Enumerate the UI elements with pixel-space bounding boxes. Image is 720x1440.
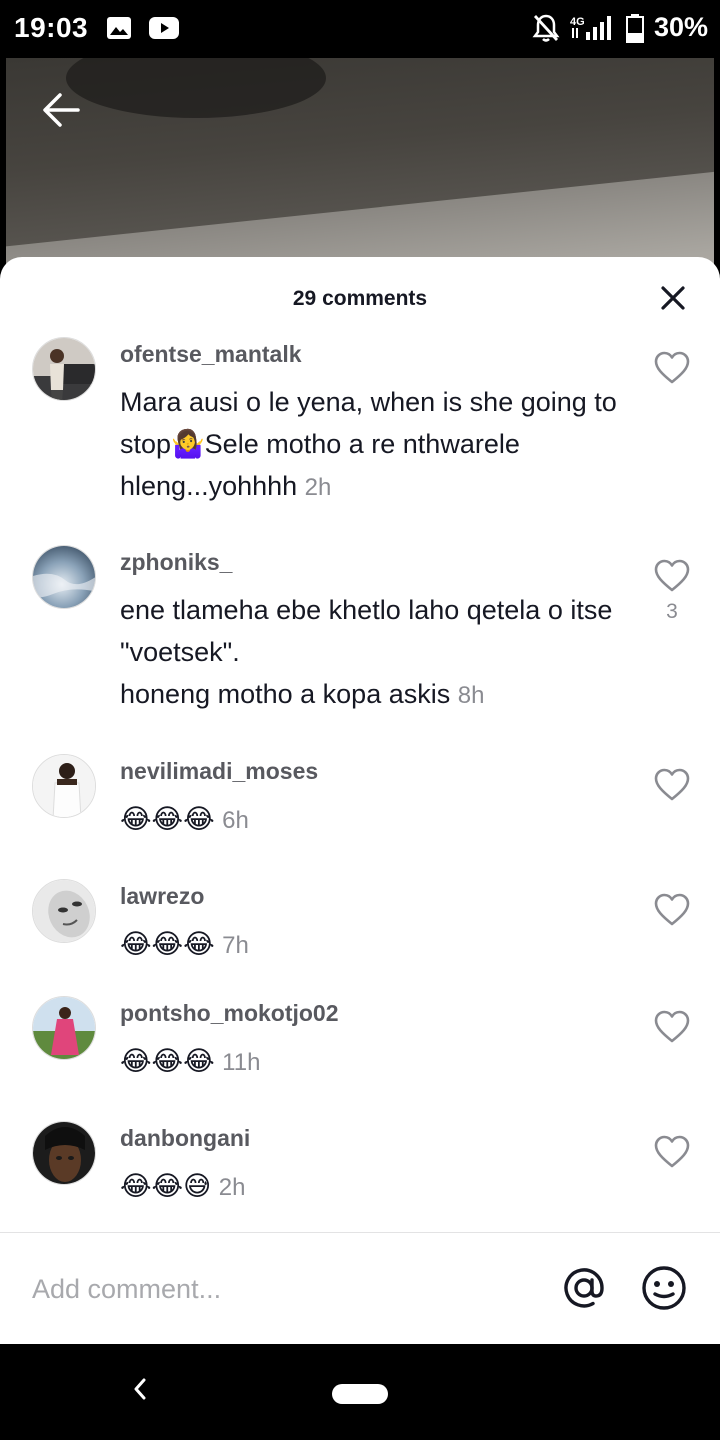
nav-back-icon[interactable] (128, 1374, 152, 1404)
mute-bell-icon (532, 14, 560, 42)
comment-time: 11h (222, 1049, 261, 1076)
comment-body: ene tlameha ebe khetlo laho qetela o its… (120, 595, 613, 667)
comment-username[interactable]: danbongani (120, 1125, 250, 1152)
emoji-face-icon[interactable] (640, 1264, 688, 1312)
laughing-emojis: 😂😂😂 (120, 1046, 215, 1076)
comment-username[interactable]: zphoniks_ (120, 549, 232, 576)
image-icon (107, 17, 131, 39)
status-time: 19:03 (14, 12, 89, 43)
heart-icon[interactable] (654, 893, 690, 927)
network-label: 4G (570, 16, 585, 28)
status-right: 4G 30% (532, 12, 708, 43)
laughing-emojis: 😂😂😂 (120, 929, 215, 959)
input-divider (0, 1232, 720, 1233)
close-button[interactable] (660, 285, 686, 311)
comment-text: ene tlameha ebe khetlo laho qetela o its… (120, 589, 630, 717)
comment-time: 7h (222, 932, 249, 959)
nav-home-pill[interactable] (332, 1384, 388, 1404)
mention-at-icon[interactable] (560, 1264, 608, 1312)
avatar[interactable] (32, 337, 96, 401)
battery-percent: 30% (653, 12, 708, 42)
comment-time: 2h (218, 1174, 246, 1201)
laughing-emojis: 😂😂😅 (120, 1171, 212, 1201)
laughing-emojis: 😂😂😂 (120, 804, 215, 834)
comment-input[interactable] (32, 1268, 532, 1310)
comment-username[interactable]: nevilimadi_moses (120, 758, 318, 785)
back-arrow-button[interactable] (40, 88, 84, 132)
heart-icon[interactable] (654, 1135, 690, 1169)
comment-time: 2h (304, 474, 332, 501)
like-count: 3 (666, 600, 678, 623)
heart-icon[interactable] (654, 351, 690, 385)
signal-icon: 4G (570, 15, 611, 40)
battery-icon (625, 13, 644, 43)
comment-username[interactable]: ofentse_mantalk (120, 341, 302, 368)
heart-icon[interactable] (654, 768, 690, 802)
avatar[interactable] (32, 879, 96, 943)
comment-text: 😂😂😂 6h (120, 798, 630, 842)
comment-body-continued: honeng motho a kopa askis (120, 679, 451, 709)
video-area (0, 58, 720, 278)
comment-time: 8h (457, 682, 485, 709)
heart-icon[interactable] (654, 559, 690, 593)
comment-time: 6h (222, 807, 249, 834)
avatar[interactable] (32, 996, 96, 1060)
sheet-header: 29 comments (0, 257, 720, 337)
avatar[interactable] (32, 545, 96, 609)
comment-text: 😂😂😅 2h (120, 1165, 630, 1209)
comments-sheet: 29 comments ofentse_mantalk Mara ausi o … (0, 257, 720, 1344)
comment-text: 😂😂😂 7h (120, 923, 630, 967)
comment-text: Mara ausi o le yena, when is she going t… (120, 381, 630, 509)
heart-icon[interactable] (654, 1010, 690, 1044)
avatar[interactable] (32, 1121, 96, 1185)
status-bar: 19:03 4G 30% (0, 0, 720, 58)
youtube-icon (149, 17, 179, 39)
comment-username[interactable]: pontsho_mokotjo02 (120, 1000, 339, 1027)
shrug-emoji: 🤷‍♀️ (171, 429, 205, 459)
comment-text: 😂😂😂 11h (120, 1040, 630, 1084)
comment-username[interactable]: lawrezo (120, 883, 204, 910)
comments-count-title: 29 comments (292, 287, 428, 310)
avatar[interactable] (32, 754, 96, 818)
video-frame (6, 58, 714, 278)
